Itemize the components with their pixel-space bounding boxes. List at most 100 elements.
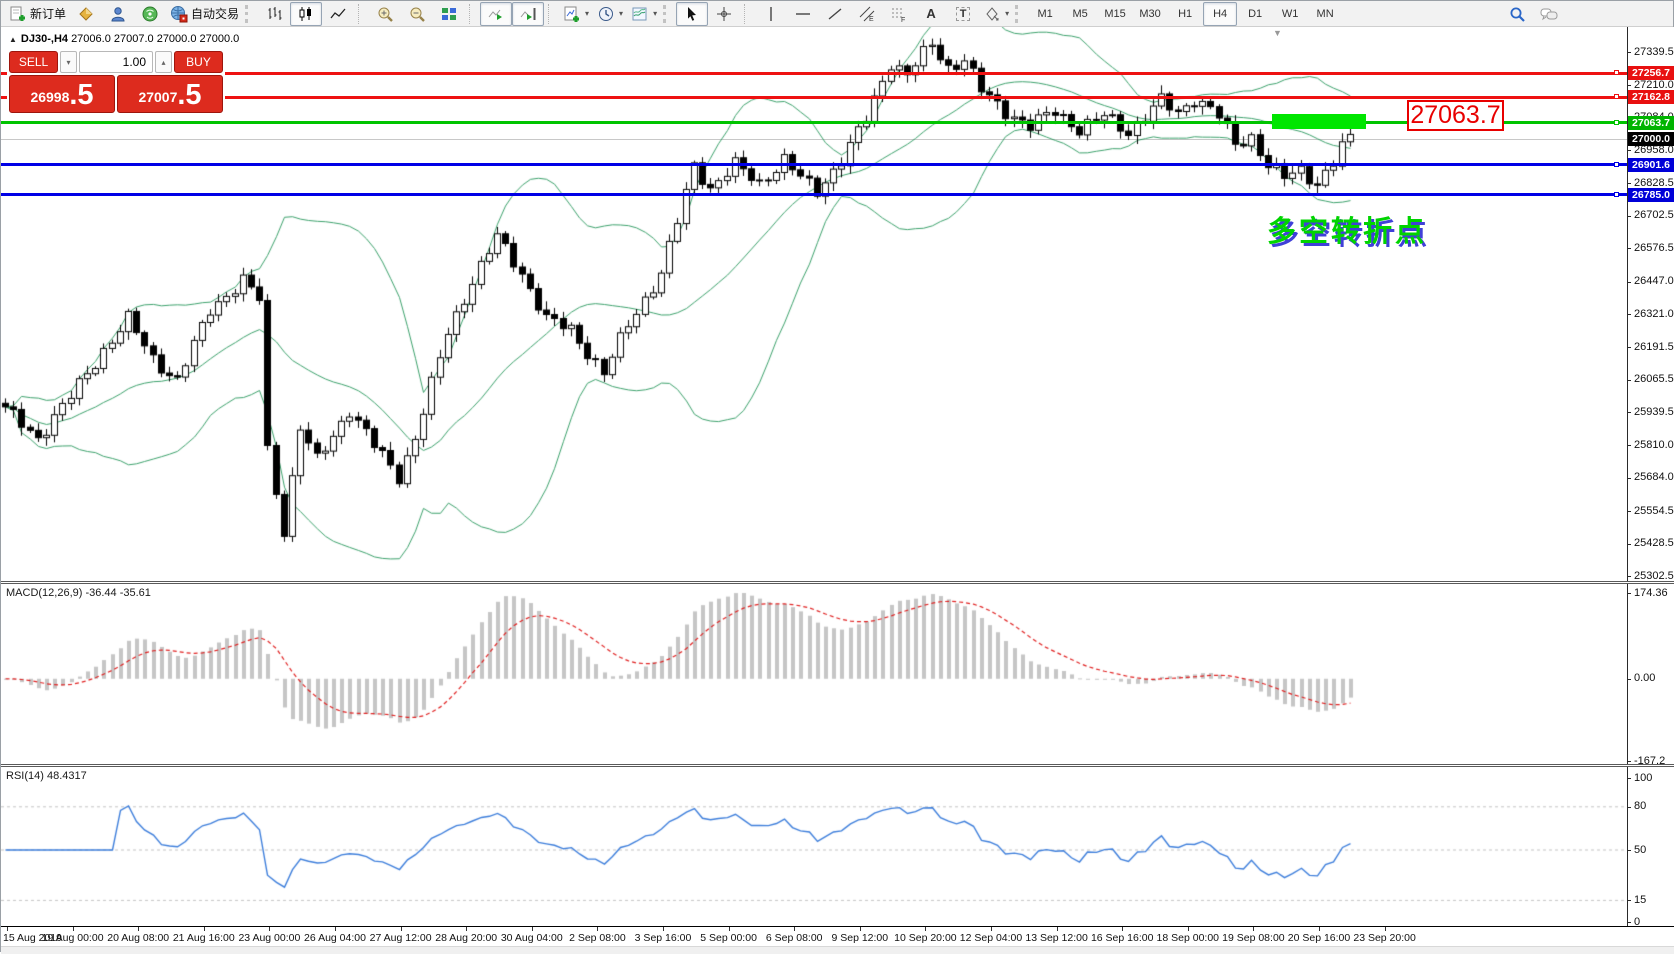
auto-trading-button[interactable]: 自动交易 [166,2,243,26]
timeframe-button-W1[interactable]: W1 [1273,2,1307,26]
volume-decrease-button[interactable]: ▾ [60,51,77,73]
text-tool-icon: A [926,6,935,21]
new-chart-button[interactable]: ▾ [559,2,593,26]
bar-chart-button[interactable] [258,2,290,26]
time-tick-mark [794,927,795,931]
timeframe-button-M5[interactable]: M5 [1063,2,1097,26]
time-tick-label: 5 Sep 00:00 [700,932,757,944]
new-order-button[interactable]: 新订单 [5,2,70,26]
vertical-line-button[interactable] [755,2,787,26]
main-chart-canvas[interactable] [1,27,1627,581]
time-tick-mark [1385,927,1386,931]
collapse-arrow-icon[interactable]: ▲ [9,35,17,44]
zoom-in-button[interactable] [369,2,401,26]
crosshair-button[interactable] [708,2,740,26]
new-order-icon [9,5,27,23]
rsi-tick-mark [1627,850,1631,851]
arrows-button[interactable]: ▾ [979,2,1013,26]
macd-tick-mark [1627,761,1631,762]
turning-point-annotation[interactable]: 多空转折点 [1267,208,1427,250]
price-badge: 27063.7 [1628,116,1674,130]
auto-scroll-button[interactable] [480,2,512,26]
rsi-tick-label: 100 [1634,772,1652,784]
text-label-button[interactable]: T [947,2,979,26]
pane-separator[interactable] [1,581,1674,584]
sell-button[interactable]: SELL [9,51,58,73]
auto-scroll-icon [487,5,505,23]
horizontal-line-object[interactable] [1,96,1627,99]
chart-shift-marker-icon[interactable]: ▼ [1273,28,1282,38]
toolbar-handle [1015,5,1024,23]
buy-button[interactable]: BUY [174,51,223,73]
zoom-out-button[interactable] [401,2,433,26]
timeframe-button-H1[interactable]: H1 [1168,2,1202,26]
price-callout-label[interactable]: 27063.7 [1407,100,1504,131]
rsi-pane-canvas[interactable] [1,767,1627,926]
volume-input[interactable] [79,51,153,73]
price-badge: 27256.7 [1628,66,1674,80]
tile-windows-button[interactable] [433,2,465,26]
time-tick-mark [401,927,402,931]
channel-button[interactable]: E [851,2,883,26]
time-tick-label: 28 Aug 20:00 [435,932,497,944]
horizontal-line-object[interactable] [1,193,1627,196]
price-tick-label: 25684.0 [1634,471,1674,483]
toolbar-separator [744,4,752,24]
horizontal-line-button[interactable] [787,2,819,26]
timeframe-button-H4[interactable]: H4 [1203,2,1237,26]
rsi-tick-label: 80 [1634,800,1646,812]
time-tick-mark [335,927,336,931]
market-watch-button[interactable] [70,2,102,26]
timeframe-button-D1[interactable]: D1 [1238,2,1272,26]
candlestick-chart-button[interactable] [290,2,322,26]
cursor-button[interactable] [676,2,708,26]
fibonacci-button[interactable]: F [883,2,915,26]
time-tick-mark [663,927,664,931]
auto-trading-label: 自动交易 [191,5,239,22]
line-anchor-marker [1614,162,1619,167]
price-tick-mark [1627,85,1631,86]
price-badge: 26901.6 [1628,158,1674,172]
line-chart-icon [329,5,347,23]
pane-bottom-border [1,926,1674,927]
navigator-button[interactable] [134,2,166,26]
candlestick-chart-icon [297,5,315,23]
time-tick-label: 20 Sep 16:00 [1288,932,1350,944]
time-tick-label: 23 Aug 00:00 [238,932,300,944]
time-tick-label: 3 Sep 16:00 [635,932,692,944]
timeframe-button-MN[interactable]: MN [1308,2,1342,26]
horizontal-line-object[interactable] [1,121,1627,124]
buy-price-display[interactable]: 27007.5 [117,75,223,113]
trendline-button[interactable] [819,2,851,26]
template-button[interactable]: ▾ [627,2,661,26]
new-chart-icon [563,5,581,23]
highlight-rectangle-object[interactable] [1272,114,1366,129]
price-tick-label: 26447.0 [1634,275,1674,287]
data-window-button[interactable] [102,2,134,26]
search-button[interactable] [1501,2,1533,26]
price-tick-mark [1627,216,1631,217]
time-tick-label: 30 Aug 04:00 [501,932,563,944]
pane-separator[interactable] [1,764,1674,767]
rsi-tick-label: 50 [1634,844,1646,856]
line-chart-button[interactable] [322,2,354,26]
chart-shift-button[interactable] [512,2,544,26]
timeframe-button-M15[interactable]: M15 [1098,2,1132,26]
volume-increase-button[interactable]: ▴ [155,51,172,73]
time-tick-mark [729,927,730,931]
chat-button[interactable] [1533,2,1565,26]
time-tick-label: 19 Sep 08:00 [1222,932,1284,944]
timeframe-button-M1[interactable]: M1 [1028,2,1062,26]
time-tick-label: 16 Sep 16:00 [1091,932,1153,944]
text-button[interactable]: A [915,2,947,26]
sell-price-display[interactable]: 26998.5 [9,75,115,113]
toolbar-handle [245,5,254,23]
macd-pane-canvas[interactable] [1,584,1627,764]
timeframe-button-M30[interactable]: M30 [1133,2,1167,26]
horizontal-line-object[interactable] [1,72,1627,75]
price-tick-mark [1627,380,1631,381]
period-button[interactable]: ▾ [593,2,627,26]
price-tick-label: 25302.5 [1634,570,1674,582]
dropdown-caret-icon: ▾ [1005,9,1009,18]
horizontal-line-object[interactable] [1,163,1627,166]
